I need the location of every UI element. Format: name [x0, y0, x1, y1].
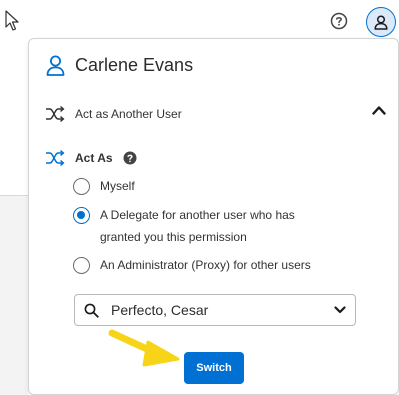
user-search-select[interactable]: Perfecto, Cesar	[74, 294, 356, 326]
radio-button[interactable]	[73, 257, 90, 274]
radio-option-administrator[interactable]: An Administrator (Proxy) for other users	[73, 257, 311, 276]
radio-label: An Administrator (Proxy) for other users	[100, 258, 311, 272]
section-label: Act as Another User	[75, 107, 182, 121]
radio-button-selected[interactable]	[73, 207, 90, 224]
act-as-title: Act As	[75, 151, 113, 165]
radio-label: A Delegate for another user who has gran…	[100, 204, 295, 248]
act-as-another-user-toggle[interactable]: Act as Another User	[45, 101, 390, 127]
user-icon	[46, 55, 65, 76]
radio-label-line2: granted you this permission	[100, 230, 247, 244]
chevron-down-icon[interactable]	[334, 306, 346, 314]
radio-label-line1: A Delegate for another user who has	[100, 208, 295, 222]
annotation-arrow-icon	[108, 329, 180, 367]
select-value: Perfecto, Cesar	[111, 302, 209, 318]
shuffle-icon	[46, 106, 65, 122]
mouse-cursor-icon	[5, 10, 19, 31]
user-icon	[374, 14, 388, 30]
user-name: Carlene Evans	[75, 55, 194, 75]
search-icon	[84, 303, 99, 318]
act-as-header: Act As	[45, 150, 137, 166]
profile-button[interactable]	[366, 7, 396, 37]
shuffle-icon	[46, 150, 65, 166]
radio-option-myself[interactable]: Myself	[73, 178, 135, 197]
background-panel	[0, 196, 28, 395]
radio-label: Myself	[100, 179, 135, 193]
help-icon[interactable]	[123, 151, 137, 165]
switch-button[interactable]: Switch	[184, 352, 244, 384]
radio-button[interactable]	[73, 178, 90, 195]
user-menu-popover: Carlene Evans Act as Another User Act As	[28, 38, 399, 395]
chevron-up-icon[interactable]	[372, 105, 386, 115]
user-header: Carlene Evans	[46, 55, 193, 76]
question-circle-icon[interactable]	[330, 12, 348, 30]
radio-option-delegate[interactable]: A Delegate for another user who has gran…	[73, 207, 295, 248]
